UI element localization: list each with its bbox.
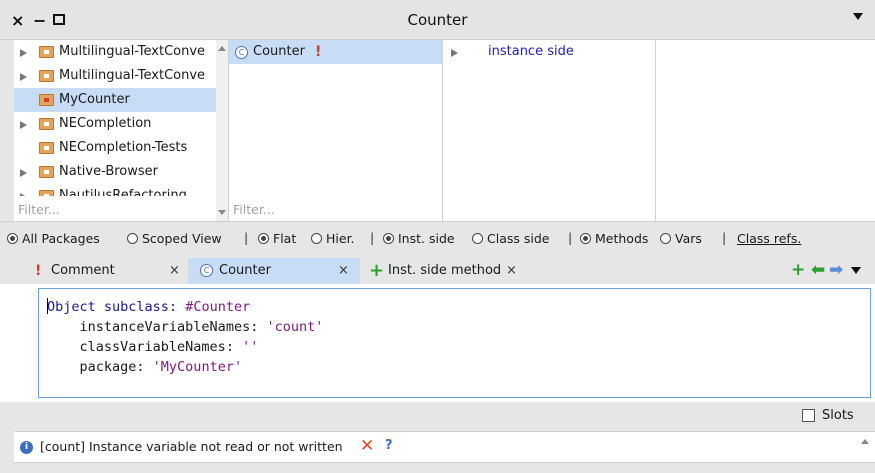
radio-hier[interactable]: Hier. xyxy=(311,231,355,246)
package-icon xyxy=(39,118,54,130)
radio-inst-side[interactable]: Inst. side xyxy=(383,231,455,246)
expand-triangle-icon[interactable] xyxy=(20,121,27,129)
separator: | xyxy=(244,230,249,245)
protocol-item-instance-side[interactable]: instance side xyxy=(443,40,655,64)
package-item-multilingual-1[interactable]: Multilingual-TextConve xyxy=(14,40,228,64)
forward-arrow-icon[interactable]: ➡ xyxy=(829,260,843,280)
close-tab-icon[interactable]: × xyxy=(338,258,349,284)
packages-pane: Multilingual-TextConve Multilingual-Text… xyxy=(14,40,229,221)
close-tab-icon[interactable]: × xyxy=(506,258,517,284)
critic-message: [count] Instance variable not read or no… xyxy=(40,439,343,454)
radio-class-side[interactable]: Class side xyxy=(472,231,549,246)
package-warning-icon xyxy=(39,94,54,106)
radio-flat[interactable]: Flat xyxy=(258,231,296,246)
radio-off-icon xyxy=(127,233,138,244)
package-item-native-browser[interactable]: Native-Browser xyxy=(14,160,228,184)
expand-triangle-icon[interactable] xyxy=(20,169,27,177)
radio-on-icon xyxy=(383,233,394,244)
tab-bar: ! Comment × C Counter × + Inst. side met… xyxy=(0,254,875,284)
methods-pane xyxy=(656,40,875,221)
warning-icon: ! xyxy=(35,263,42,279)
radio-scoped-view[interactable]: Scoped View xyxy=(127,231,222,246)
radio-vars[interactable]: Vars xyxy=(660,231,702,246)
critic-bar: i [count] Instance variable not read or … xyxy=(14,431,875,463)
package-icon xyxy=(39,142,54,154)
radio-on-icon xyxy=(580,233,591,244)
class-icon: C xyxy=(200,264,213,277)
close-tab-icon[interactable]: × xyxy=(169,258,180,284)
protocols-pane: instance side xyxy=(443,40,656,221)
package-icon xyxy=(39,46,54,58)
view-options-bar: All Packages Scoped View | Flat Hier. | … xyxy=(0,221,875,254)
tab-comment[interactable]: ! Comment × xyxy=(14,258,188,284)
class-refs-link[interactable]: Class refs. xyxy=(737,231,801,246)
help-icon[interactable]: ? xyxy=(385,438,393,453)
separator: | xyxy=(370,230,375,245)
radio-off-icon xyxy=(660,233,671,244)
back-arrow-icon[interactable]: ⬅ xyxy=(811,260,825,280)
slots-label: Slots xyxy=(822,408,854,423)
expand-triangle-icon[interactable] xyxy=(20,73,27,81)
slots-bar: Slots xyxy=(0,402,875,430)
package-item-mycounter[interactable]: MyCounter xyxy=(14,88,228,112)
expand-triangle-icon[interactable] xyxy=(451,49,458,57)
radio-all-packages[interactable]: All Packages xyxy=(7,231,100,246)
window-title: Counter xyxy=(407,11,468,29)
class-icon: C xyxy=(235,46,248,59)
scroll-up-icon[interactable] xyxy=(861,439,869,444)
package-item-multilingual-2[interactable]: Multilingual-TextConve xyxy=(14,64,228,88)
ban-critic-icon[interactable]: ✕ xyxy=(360,436,374,456)
warning-icon: ! xyxy=(315,44,322,60)
class-item-counter[interactable]: C Counter ! xyxy=(229,40,442,64)
editor-area: Object subclass: #Counter instanceVariab… xyxy=(0,284,875,402)
package-item-partial[interactable]: NautilusRefactoring xyxy=(14,184,228,196)
code-editor[interactable]: Object subclass: #Counter instanceVariab… xyxy=(38,288,871,398)
tab-menu-chevron-icon[interactable] xyxy=(851,267,861,274)
window-menu-chevron-icon[interactable] xyxy=(853,13,863,20)
tab-counter[interactable]: C Counter × xyxy=(188,258,360,284)
separator: | xyxy=(568,230,573,245)
radio-methods[interactable]: Methods xyxy=(580,231,648,246)
radio-on-icon xyxy=(258,233,269,244)
title-bar: × − Counter xyxy=(0,0,875,40)
radio-on-icon xyxy=(7,233,18,244)
expand-triangle-icon[interactable] xyxy=(20,49,27,57)
plus-icon: + xyxy=(369,260,385,281)
separator: | xyxy=(722,230,727,245)
radio-off-icon xyxy=(472,233,483,244)
class-definition-code[interactable]: Object subclass: #Counter instanceVariab… xyxy=(47,297,323,377)
package-icon xyxy=(39,70,54,82)
add-tab-icon[interactable]: + xyxy=(791,260,805,280)
scroll-down-icon[interactable] xyxy=(218,210,226,215)
classes-pane: C Counter ! Filter... xyxy=(229,40,443,221)
bottom-strip xyxy=(0,463,875,473)
slots-checkbox[interactable] xyxy=(802,409,815,422)
package-icon xyxy=(39,190,54,196)
package-icon xyxy=(39,166,54,178)
info-icon: i xyxy=(20,441,33,454)
tab-tools: + ⬅ ➡ xyxy=(791,260,865,280)
packages-scrollbar[interactable] xyxy=(216,40,228,221)
classes-filter-input[interactable]: Filter... xyxy=(233,202,275,217)
scroll-up-icon[interactable] xyxy=(218,46,226,51)
expand-triangle-icon[interactable] xyxy=(20,193,27,196)
tab-inst-side-method[interactable]: + Inst. side method × xyxy=(360,258,532,284)
radio-off-icon xyxy=(311,233,322,244)
packages-filter-input[interactable]: Filter... xyxy=(18,202,60,217)
package-item-necompletion-tests[interactable]: NECompletion-Tests xyxy=(14,136,228,160)
package-item-necompletion[interactable]: NECompletion xyxy=(14,112,228,136)
